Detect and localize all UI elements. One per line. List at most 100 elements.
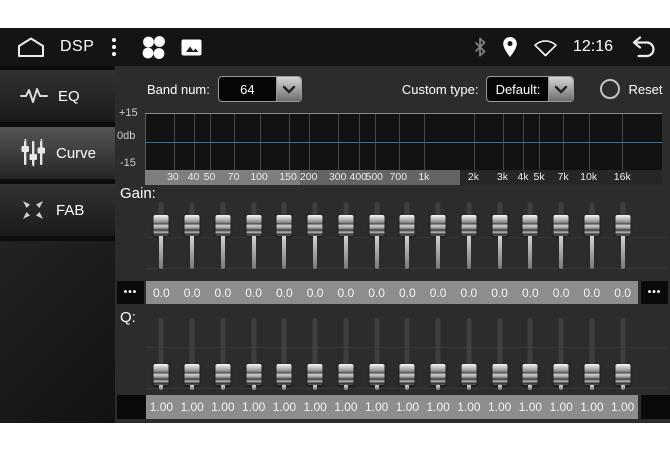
q-slider[interactable] bbox=[146, 317, 177, 392]
sidebar-item-label: Curve bbox=[56, 145, 96, 162]
q-slider-thumb[interactable] bbox=[154, 364, 169, 385]
gain-slider[interactable] bbox=[515, 200, 546, 272]
q-slider[interactable] bbox=[300, 317, 331, 392]
q-slider-thumb[interactable] bbox=[584, 364, 599, 385]
q-slider[interactable] bbox=[177, 317, 208, 392]
q-slider[interactable] bbox=[331, 317, 362, 392]
q-slider[interactable] bbox=[238, 317, 269, 392]
q-slider-thumb[interactable] bbox=[461, 364, 476, 385]
gain-slider[interactable] bbox=[423, 200, 454, 272]
gain-slider-thumb[interactable] bbox=[308, 215, 323, 236]
gain-slider-thumb[interactable] bbox=[369, 215, 384, 236]
custom-type-label: Custom type: bbox=[402, 82, 479, 97]
sidebar-item-eq[interactable]: EQ bbox=[0, 70, 115, 122]
gain-slider[interactable] bbox=[607, 200, 638, 272]
gain-slider-thumb[interactable] bbox=[584, 215, 599, 236]
gain-more-right-button[interactable]: ••• bbox=[641, 281, 668, 304]
gain-slider-thumb[interactable] bbox=[492, 215, 507, 236]
q-slider[interactable] bbox=[607, 317, 638, 392]
freq-tick-label: 400 bbox=[350, 170, 368, 185]
q-slider-thumb[interactable] bbox=[523, 364, 538, 385]
gain-slider-thumb[interactable] bbox=[523, 215, 538, 236]
q-slider-thumb[interactable] bbox=[615, 364, 630, 385]
gain-slider[interactable] bbox=[238, 200, 269, 272]
location-icon bbox=[502, 36, 518, 58]
gain-slider-thumb[interactable] bbox=[246, 215, 261, 236]
gain-slider-thumb[interactable] bbox=[400, 215, 415, 236]
gain-slider-thumb[interactable] bbox=[338, 215, 353, 236]
apps-grid-icon[interactable] bbox=[140, 34, 167, 61]
gain-slider[interactable] bbox=[269, 200, 300, 272]
slider-track bbox=[436, 385, 440, 390]
gain-slider[interactable] bbox=[300, 200, 331, 272]
gain-slider[interactable] bbox=[484, 200, 515, 272]
q-slider-thumb[interactable] bbox=[400, 364, 415, 385]
q-slider-thumb[interactable] bbox=[554, 364, 569, 385]
gain-slider-thumb[interactable] bbox=[277, 215, 292, 236]
q-slider-thumb[interactable] bbox=[277, 364, 292, 385]
back-icon[interactable] bbox=[628, 35, 658, 59]
wifi-icon bbox=[533, 37, 558, 57]
overflow-menu-icon[interactable] bbox=[108, 36, 120, 58]
gain-slider[interactable] bbox=[208, 200, 239, 272]
q-slider-value: 1.00 bbox=[454, 400, 485, 414]
custom-type-select[interactable]: Default: bbox=[486, 76, 574, 102]
q-slider-value: 1.00 bbox=[331, 400, 362, 414]
q-slider-thumb[interactable] bbox=[431, 364, 446, 385]
slider-track bbox=[159, 385, 163, 390]
controls-row: Band num: 64 Custom type: Default: R bbox=[115, 74, 670, 104]
q-values-right-cap bbox=[641, 395, 670, 419]
gain-slider-thumb[interactable] bbox=[461, 215, 476, 236]
q-slider-value: 1.00 bbox=[546, 400, 577, 414]
gain-slider[interactable] bbox=[454, 200, 485, 272]
device-screen: DSP 12:16 bbox=[0, 0, 670, 453]
q-slider[interactable] bbox=[269, 317, 300, 392]
gain-slider-thumb[interactable] bbox=[215, 215, 230, 236]
slider-track bbox=[221, 385, 225, 390]
q-slider-thumb[interactable] bbox=[308, 364, 323, 385]
q-slider[interactable] bbox=[392, 317, 423, 392]
gain-slider-thumb[interactable] bbox=[185, 215, 200, 236]
q-slider[interactable] bbox=[423, 317, 454, 392]
q-slider-value: 1.00 bbox=[484, 400, 515, 414]
q-slider-thumb[interactable] bbox=[338, 364, 353, 385]
q-slider[interactable] bbox=[577, 317, 608, 392]
q-slider-thumb[interactable] bbox=[185, 364, 200, 385]
freq-tick-label: 3k bbox=[497, 170, 508, 185]
q-slider[interactable] bbox=[515, 317, 546, 392]
q-slider-thumb[interactable] bbox=[492, 364, 507, 385]
gain-slider-thumb[interactable] bbox=[154, 215, 169, 236]
reset-button[interactable]: Reset bbox=[600, 79, 662, 99]
sidebar-item-fab[interactable]: FAB bbox=[0, 184, 115, 236]
home-icon[interactable] bbox=[16, 36, 46, 58]
q-slider-value: 1.00 bbox=[269, 400, 300, 414]
eq-curve-plot[interactable] bbox=[145, 113, 662, 170]
q-slider[interactable] bbox=[361, 317, 392, 392]
gain-more-left-button[interactable]: ••• bbox=[117, 281, 144, 304]
band-num-select[interactable]: 64 bbox=[218, 76, 302, 102]
q-sliders bbox=[146, 317, 638, 392]
gain-slider-value: 0.0 bbox=[331, 286, 362, 300]
gain-slider[interactable] bbox=[577, 200, 608, 272]
q-slider[interactable] bbox=[546, 317, 577, 392]
gain-slider[interactable] bbox=[146, 200, 177, 272]
gain-slider-thumb[interactable] bbox=[431, 215, 446, 236]
gain-slider[interactable] bbox=[392, 200, 423, 272]
sidebar-item-curve[interactable]: Curve bbox=[0, 127, 115, 179]
gain-slider-thumb[interactable] bbox=[554, 215, 569, 236]
gain-slider-thumb[interactable] bbox=[615, 215, 630, 236]
slider-track bbox=[343, 318, 348, 365]
gain-slider[interactable] bbox=[361, 200, 392, 272]
q-slider-thumb[interactable] bbox=[369, 364, 384, 385]
custom-type-value: Default: bbox=[487, 82, 548, 97]
gain-slider[interactable] bbox=[546, 200, 577, 272]
q-slider[interactable] bbox=[454, 317, 485, 392]
q-slider-thumb[interactable] bbox=[246, 364, 261, 385]
gallery-icon[interactable] bbox=[181, 39, 202, 56]
q-slider[interactable] bbox=[484, 317, 515, 392]
gain-slider-value: 0.0 bbox=[515, 286, 546, 300]
q-slider[interactable] bbox=[208, 317, 239, 392]
gain-slider[interactable] bbox=[177, 200, 208, 272]
q-slider-thumb[interactable] bbox=[215, 364, 230, 385]
gain-slider[interactable] bbox=[331, 200, 362, 272]
